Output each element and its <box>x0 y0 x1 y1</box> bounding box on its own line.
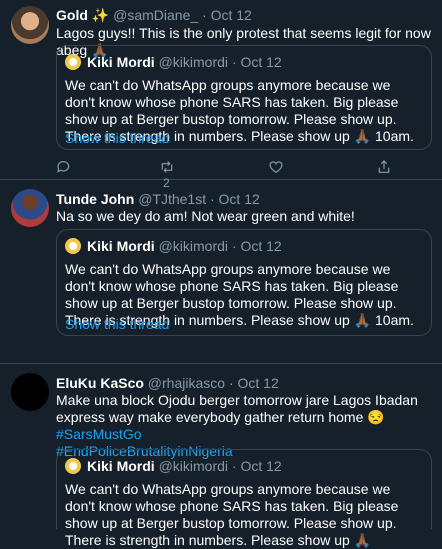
timestamp[interactable]: Oct 12 <box>211 7 252 23</box>
separator: · <box>202 7 207 23</box>
tweet[interactable]: Tunde John @TJthe1st · Oct 12 Na so we d… <box>0 181 442 364</box>
quoted-tweet[interactable]: Kiki Mordi @kikimordi · Oct 12 We can't … <box>56 229 432 336</box>
heart-icon <box>269 161 283 173</box>
hashtag-link[interactable]: #SarsMustGo <box>56 426 142 442</box>
tweet[interactable]: Gold ✨ @samDiane_ · Oct 12 Lagos guys!! … <box>0 0 442 190</box>
display-name[interactable]: Gold ✨ <box>56 7 109 23</box>
separator: · <box>209 191 215 207</box>
quoted-timestamp: Oct 12 <box>240 54 282 70</box>
handle[interactable]: @samDiane_ <box>113 7 198 23</box>
quoted-handle: @kikimordi <box>158 54 229 70</box>
separator: · <box>231 54 237 70</box>
avatar[interactable] <box>11 6 49 44</box>
timestamp[interactable]: Oct 12 <box>238 375 279 391</box>
separator: · <box>231 458 237 474</box>
quoted-handle: @kikimordi <box>158 458 229 474</box>
quoted-tweet[interactable]: Kiki Mordi @kikimordi · Oct 12 We can't … <box>56 449 432 548</box>
share-icon <box>378 159 390 173</box>
timestamp[interactable]: Oct 12 <box>219 191 260 207</box>
retweet-icon <box>161 161 173 173</box>
quoted-display-name: Kiki Mordi <box>87 238 155 254</box>
quoted-text: We can't do WhatsApp groups anymore beca… <box>65 481 399 548</box>
separator: · <box>228 375 234 391</box>
handle[interactable]: @rhajikasco <box>148 375 225 391</box>
quoted-timestamp: Oct 12 <box>240 238 282 254</box>
quoted-display-name: Kiki Mordi <box>87 458 155 474</box>
reply-icon <box>57 160 70 173</box>
show-thread-link[interactable]: Show this thread <box>65 316 169 333</box>
display-name[interactable]: EluKu KaSco <box>56 375 144 391</box>
quoted-avatar <box>65 458 81 475</box>
quoted-tweet[interactable]: Kiki Mordi @kikimordi · Oct 12 We can't … <box>56 45 432 150</box>
separator: · <box>231 238 237 254</box>
avatar[interactable] <box>11 189 49 227</box>
tweet-text: Na so we dey do am! Not wear green and w… <box>56 208 355 224</box>
share-button[interactable] <box>376 158 392 174</box>
retweet-button[interactable]: 2 <box>159 158 175 190</box>
handle[interactable]: @TJthe1st <box>138 191 206 207</box>
quoted-display-name: Kiki Mordi <box>87 54 155 70</box>
like-button[interactable] <box>268 158 284 174</box>
tweet[interactable]: EluKu KaSco @rhajikasco · Oct 12 Make un… <box>0 365 442 548</box>
reply-button[interactable] <box>56 158 72 174</box>
quoted-handle: @kikimordi <box>158 238 229 254</box>
quoted-avatar <box>65 238 81 255</box>
display-name[interactable]: Tunde John <box>56 191 134 207</box>
quoted-timestamp: Oct 12 <box>240 458 282 474</box>
avatar[interactable] <box>11 373 49 411</box>
quoted-avatar <box>65 54 81 71</box>
show-thread-link[interactable]: Show this thread <box>65 130 169 147</box>
tweet-text-content: Make una block Ojodu berger tomorrow jar… <box>56 392 418 425</box>
